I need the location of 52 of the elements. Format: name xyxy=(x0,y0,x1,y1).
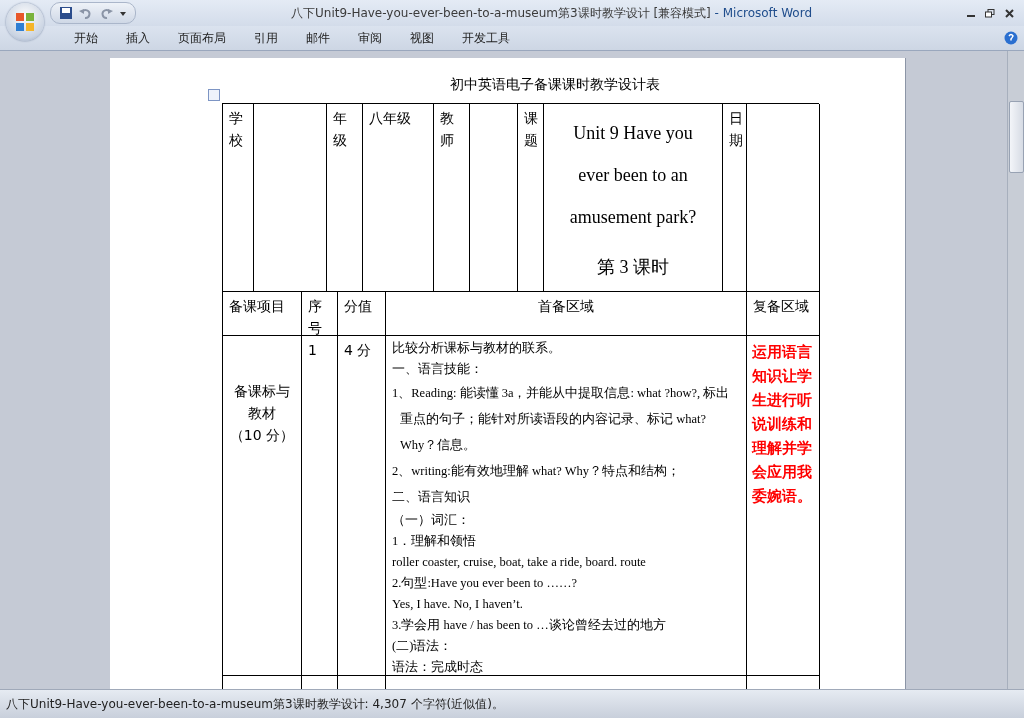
content-paragraph: 二、语言知识 xyxy=(392,489,471,506)
document-heading: 初中英语电子备课课时教学设计表 xyxy=(449,76,661,94)
field-value: 八年级 xyxy=(369,110,411,126)
column-header: 分值 xyxy=(344,297,373,316)
content-line: roller coaster, cruise, boat, take a ride, board. route xyxy=(392,554,647,571)
content-line: Yes, I have. No, I haven’t. xyxy=(392,596,524,613)
content-line: 一、语言技能： xyxy=(392,361,484,378)
column-header: 备课项目 xyxy=(229,297,286,316)
ribbon-tab[interactable]: 开发工具 xyxy=(448,29,524,47)
column-header: 序号 xyxy=(308,297,322,335)
lesson-title: Unit 9 Have you ever been to an amusement park? xyxy=(568,122,698,229)
ribbon-tab[interactable]: 视图 xyxy=(396,29,448,47)
dropdown-icon[interactable] xyxy=(119,9,127,17)
window-title: 八下Unit9-Have-you-ever-been-to-a-museum第3课时教学设计 [兼容模式] - Microsoft Word xyxy=(290,4,813,22)
save-icon[interactable] xyxy=(59,6,73,20)
help-icon[interactable] xyxy=(1004,31,1018,45)
field-label: 课题 xyxy=(524,109,538,151)
undo-icon[interactable] xyxy=(79,6,93,20)
row-number: 1 xyxy=(308,342,317,358)
content-line: 3.学会用 have / has been to …谈论曾经去过的地方 xyxy=(392,617,667,634)
content-line: 比较分析课标与教材的联系。 xyxy=(392,340,562,357)
field-label: 年级 xyxy=(333,109,347,151)
ribbon-tab[interactable]: 引用 xyxy=(240,29,292,47)
field-label: 教师 xyxy=(440,109,454,151)
item-label: 备课标与 教材 （10 分） xyxy=(228,382,296,445)
vertical-scrollbar[interactable] xyxy=(1007,51,1024,689)
lesson-title: 第 3 课时 xyxy=(596,256,670,279)
ribbon-tab[interactable]: 审阅 xyxy=(344,29,396,47)
redo-icon[interactable] xyxy=(99,6,113,20)
content-line: 语法：完成时态 xyxy=(392,659,484,675)
restore-icon[interactable] xyxy=(985,8,995,18)
ribbon-tab[interactable]: 页面布局 xyxy=(164,29,240,47)
content-line: 2.句型:Have you ever been to ……? xyxy=(392,575,578,592)
ribbon-tab[interactable]: 邮件 xyxy=(292,29,344,47)
ribbon-tab[interactable]: 插入 xyxy=(112,29,164,47)
content-paragraph: 2、writing:能有效地理解 what? Why？特点和结构； xyxy=(392,463,681,480)
content-paragraph: 1、Reading: 能读懂 3a，并能从中提取信息: what ?how?, 标出重点的句子；能针对所读语段的内容记录、标记 what? Why？信息。 xyxy=(392,385,731,454)
ribbon-tab[interactable]: 开始 xyxy=(60,29,112,47)
content-line: 1．理解和领悟 xyxy=(392,533,478,550)
field-label: 学校 xyxy=(229,109,243,151)
column-header: 复备区域 xyxy=(753,297,810,316)
status-text: 八下Unit9-Have-you-ever-been-to-a-museum第3课时教学设计: 4,307 个字符(近似值)。 xyxy=(0,689,1024,718)
review-note: 运用语言知识让学生进行听说训练和理解并学会应用我委婉语。 xyxy=(752,343,813,506)
field-label: 日期 xyxy=(729,109,743,151)
table-move-handle[interactable] xyxy=(208,89,220,101)
office-logo-icon xyxy=(14,11,36,33)
close-icon[interactable] xyxy=(1005,8,1014,18)
column-header: 首备区域 xyxy=(537,297,595,316)
content-line: (二)语法： xyxy=(392,638,454,655)
content-line: （一）词汇： xyxy=(392,512,471,529)
score-value: 4 分 xyxy=(344,342,372,358)
office-button[interactable] xyxy=(6,3,44,41)
